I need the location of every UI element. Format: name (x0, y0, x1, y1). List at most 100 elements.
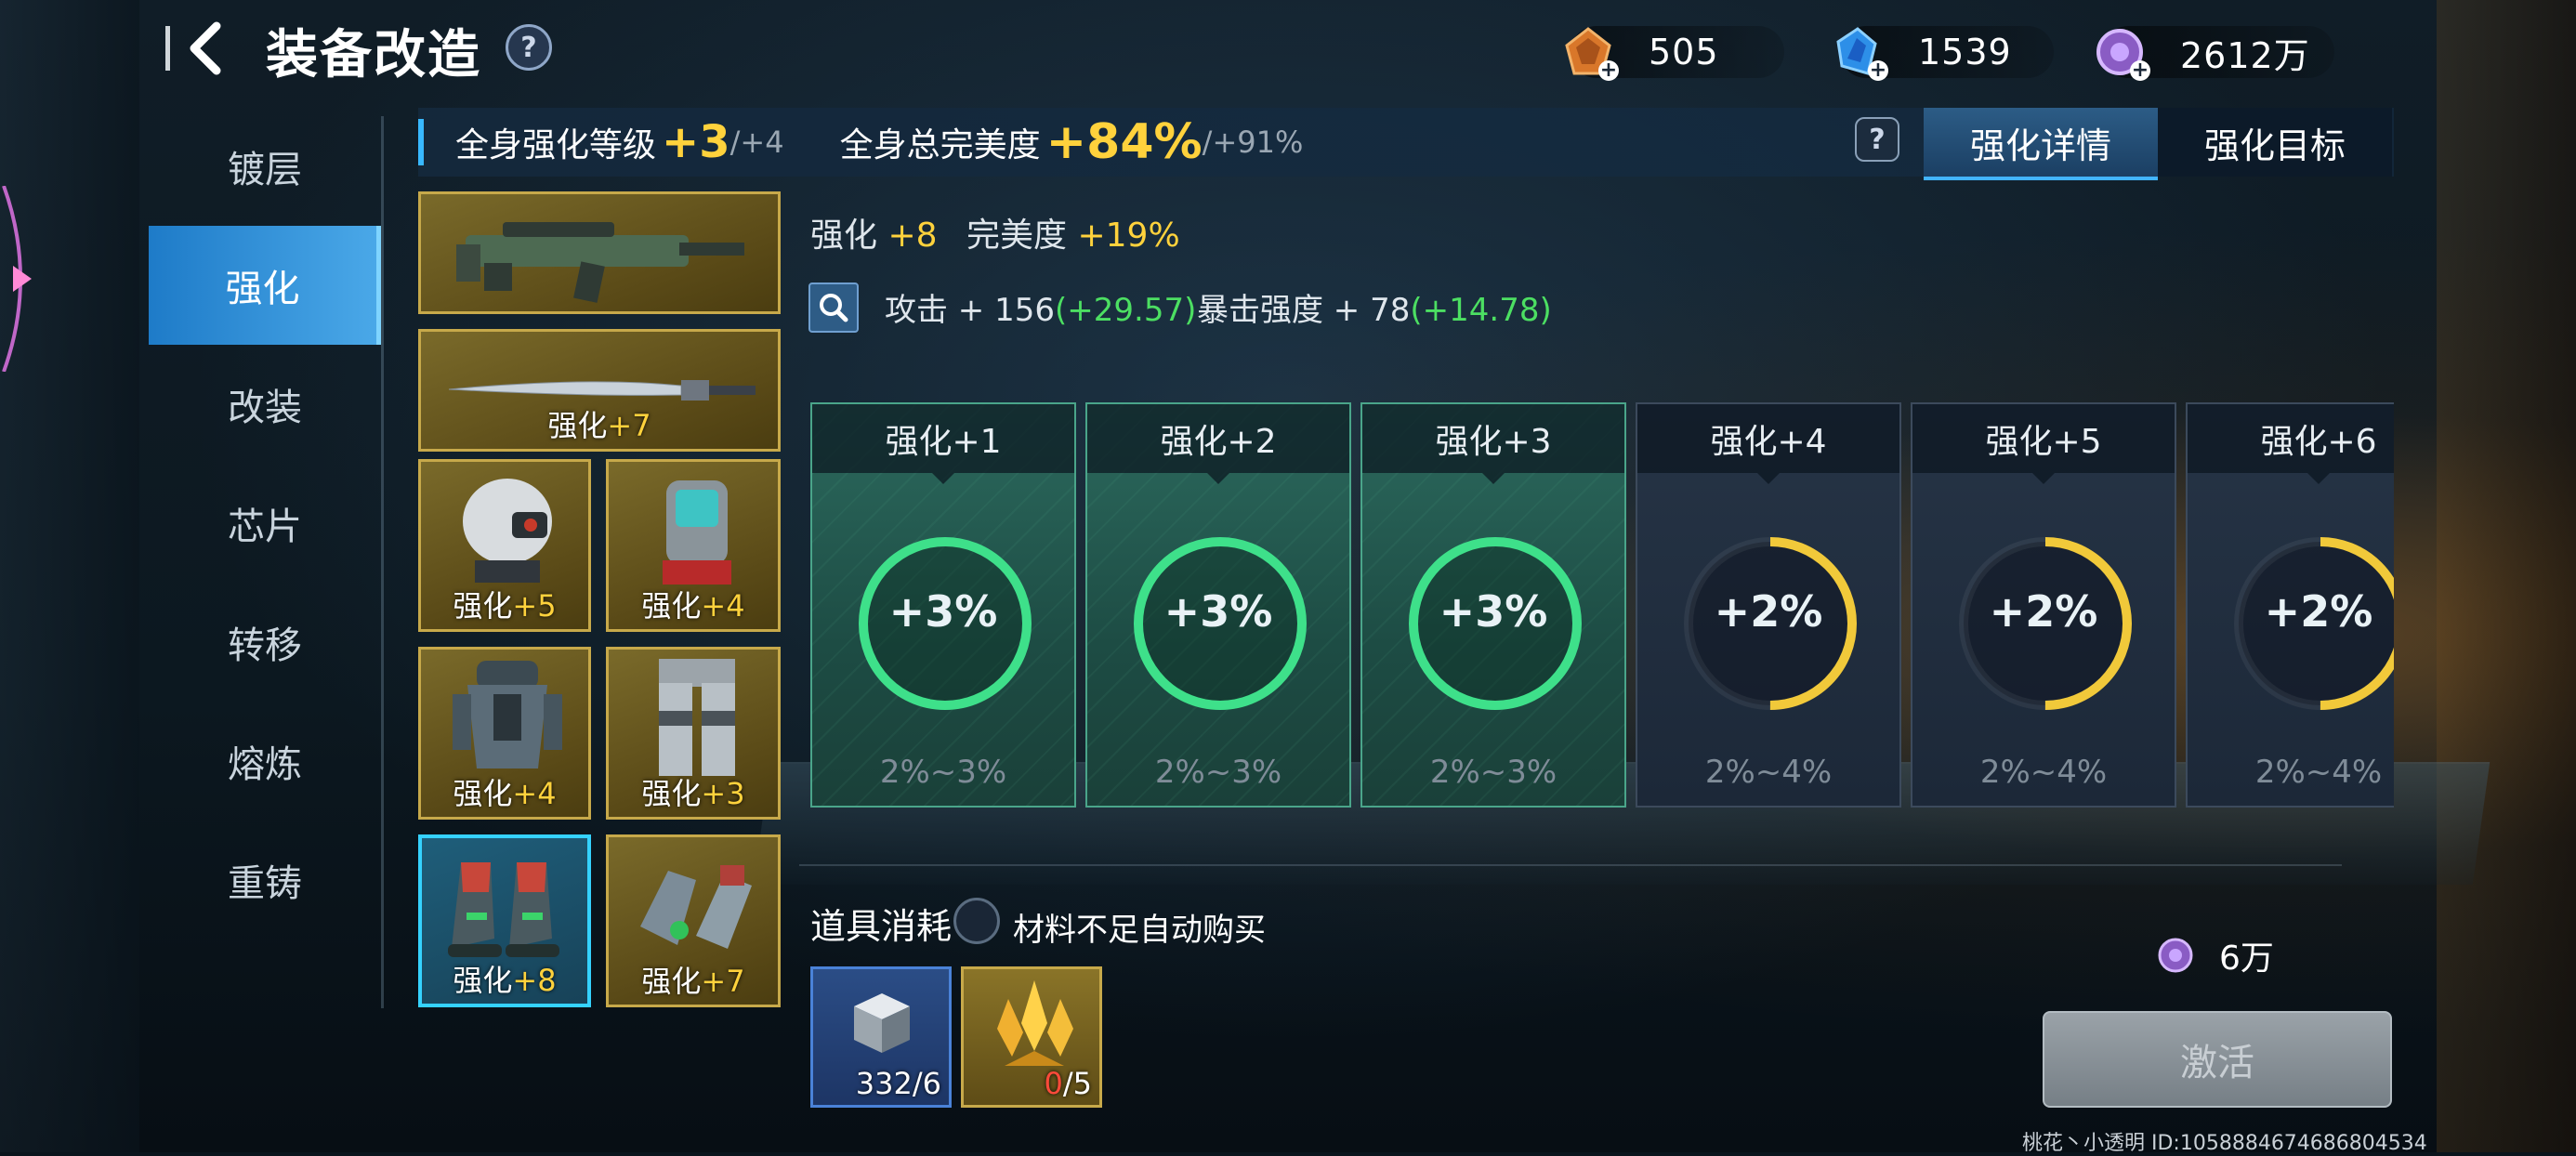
enhance-card-label: 强化+1 (812, 404, 1074, 484)
nav-item-recast[interactable]: 重铸 (149, 821, 381, 939)
player-uid: 桃花丶小透明 ID:10588846746868045​34 (2022, 1132, 2427, 1155)
attack-stat: 攻击 + 156(+29.57) (885, 284, 1196, 330)
strip-help-button[interactable]: ? (1855, 117, 1899, 162)
enhance-card-label: 强化+3 (1362, 404, 1624, 484)
currency-blue-value: 1539 (1918, 32, 2012, 72)
enhance-card[interactable]: 强化+2 +3% 2%~3% (1085, 402, 1351, 808)
activate-button[interactable]: 激活 (2043, 1011, 2392, 1108)
enhance-card[interactable]: 强化+5 +2% 2%~4% (1911, 402, 2176, 808)
perfect-detail-value: +19% (1077, 217, 1180, 255)
nav-divider (381, 116, 384, 1008)
background-pillar-left (0, 0, 139, 1152)
tab-enhance-detail[interactable]: 强化详情 (1924, 108, 2158, 180)
strip-accent (418, 119, 424, 165)
level-value: +3 (662, 116, 730, 168)
tab-enhance-target[interactable]: 强化目标 (2158, 108, 2392, 177)
blue-crystal-icon: + (1831, 25, 1888, 81)
nav-item-chip[interactable]: 芯片 (149, 464, 381, 583)
enhance-cards-viewport: 强化+1 +3% 2%~3% 强化+2 +3% 2%~3% 强化+3 +3% 2%~3% 强化+4… (810, 402, 2394, 811)
help-button[interactable]: ? (506, 24, 552, 71)
nav-item-enhance[interactable]: 强化 (149, 226, 381, 345)
perfect-max: /+91% (1202, 125, 1304, 160)
material-metal-block[interactable]: 332/6 (810, 966, 952, 1108)
attack-label: 攻击 + 156 (885, 292, 1055, 329)
nav-item-plating[interactable]: 镀层 (149, 107, 381, 226)
attack-bonus: (+29.57) (1055, 292, 1197, 329)
divider-line (799, 864, 2342, 866)
enhance-card-label: 强化+5 (1912, 404, 2175, 484)
enhance-card-percent: +3% (888, 586, 998, 637)
auto-buy-toggle[interactable] (953, 898, 1000, 944)
equip-slot-blade[interactable]: 强化+7 (418, 329, 781, 452)
back-bar (165, 26, 170, 71)
rifle-icon (456, 222, 744, 303)
side-nav: 镀层 强化 改装 芯片 转移 熔炼 重铸 (149, 107, 381, 939)
helmet-icon (463, 479, 552, 583)
equip-slot-rifle[interactable] (418, 191, 781, 314)
equip-level-pants: 强化+3 (641, 776, 745, 811)
currency-orange-value: 505 (1649, 32, 1719, 72)
equip-slot-helmet[interactable]: 强化+5 (418, 459, 591, 632)
equip-slot-pants[interactable]: 强化+3 (606, 647, 781, 820)
equip-slot-backpack[interactable]: 强化+4 (606, 459, 781, 632)
enhance-card-label: 强化+6 (2188, 404, 2394, 484)
equip-slot-armor[interactable]: 强化+4 (418, 647, 591, 820)
activate-cost: 6万 (2156, 931, 2274, 979)
magnifier-button[interactable] (808, 282, 859, 333)
back-arrow-icon[interactable] (177, 19, 232, 78)
boots-icon (448, 862, 559, 957)
enhance-card[interactable]: 强化+6 +2% 2%~4% (2186, 402, 2394, 808)
equip-slot-boots[interactable]: 强化+8 (418, 834, 591, 1007)
crit-label: 暴击强度 + 78 (1197, 292, 1411, 329)
equip-level-gloves: 强化+7 (641, 964, 745, 999)
detail-tabs: 强化详情 强化目标 (1924, 108, 2392, 180)
enhance-card-range: 2%~4% (1704, 754, 1833, 791)
enhance-card-percent: +2% (2264, 586, 2373, 637)
activate-cost-value: 6万 (2219, 939, 2274, 978)
material-gold-crystal[interactable]: 0/5 (961, 966, 1102, 1108)
currency-blue[interactable]: + 1539 (1836, 26, 2054, 81)
nav-item-modify[interactable]: 改装 (149, 345, 381, 464)
enhance-card-percent: +3% (1439, 586, 1548, 637)
consume-label: 道具消耗 (810, 906, 953, 947)
crit-bonus: (+14.78) (1410, 292, 1552, 329)
search-icon (820, 294, 848, 322)
material-metal-count: 332/6 (855, 1066, 941, 1101)
perfect-value: +84% (1045, 114, 1203, 170)
gold-crystal-icon (997, 980, 1073, 1066)
detail-summary: 强化 +8 完美度 +19% (810, 208, 1180, 256)
purple-coin-icon (2158, 938, 2193, 973)
auto-buy-label: 材料不足自动购买 (1013, 912, 1266, 949)
enhance-card[interactable]: 强化+1 +3% 2%~3% (810, 402, 1076, 808)
backpack-icon (663, 480, 731, 585)
orange-gem-icon: + (1561, 25, 1619, 81)
level-label: 全身强化等级 (455, 126, 657, 164)
enhance-card[interactable]: 强化+4 +2% 2%~4% (1636, 402, 1901, 808)
background-pillar-right (2437, 0, 2576, 1152)
enhance-card-range: 2%~3% (1154, 754, 1282, 791)
equip-level-boots: 强化+8 (453, 963, 557, 998)
level-max: /+4 (729, 125, 784, 160)
currency-purple-value: 2612万 (2180, 34, 2310, 76)
enhance-card-range: 2%~4% (1979, 754, 2108, 791)
side-expand-arrow-icon[interactable] (0, 185, 37, 373)
perfect-label: 全身总完美度 (839, 126, 1041, 164)
purple-coin-icon: + (2093, 25, 2150, 81)
pants-icon (659, 659, 735, 776)
enhance-card-percent: +3% (1163, 586, 1273, 637)
enhance-value: +8 (887, 217, 938, 255)
enhance-label: 强化 (810, 217, 878, 255)
currency-purple[interactable]: + 2612万 (2096, 26, 2334, 81)
material-gold-count: 0/5 (1044, 1066, 1093, 1101)
currency-orange[interactable]: + 505 (1565, 26, 1784, 81)
nav-item-transfer[interactable]: 转移 (149, 583, 381, 702)
equip-level-blade: 强化+7 (547, 408, 651, 443)
page-title: 装备改造 (266, 25, 481, 85)
enhance-card[interactable]: 强化+3 +3% 2%~3% (1360, 402, 1626, 808)
enhance-card-label: 强化+4 (1637, 404, 1899, 484)
crit-stat: 暴击强度 + 78(+14.78) (1197, 284, 1552, 330)
equip-level-helmet: 强化+5 (453, 588, 557, 624)
enhance-card-range: 2%~3% (879, 754, 1007, 791)
equip-slot-gloves[interactable]: 强化+7 (606, 834, 781, 1007)
nav-item-smelt[interactable]: 熔炼 (149, 702, 381, 821)
